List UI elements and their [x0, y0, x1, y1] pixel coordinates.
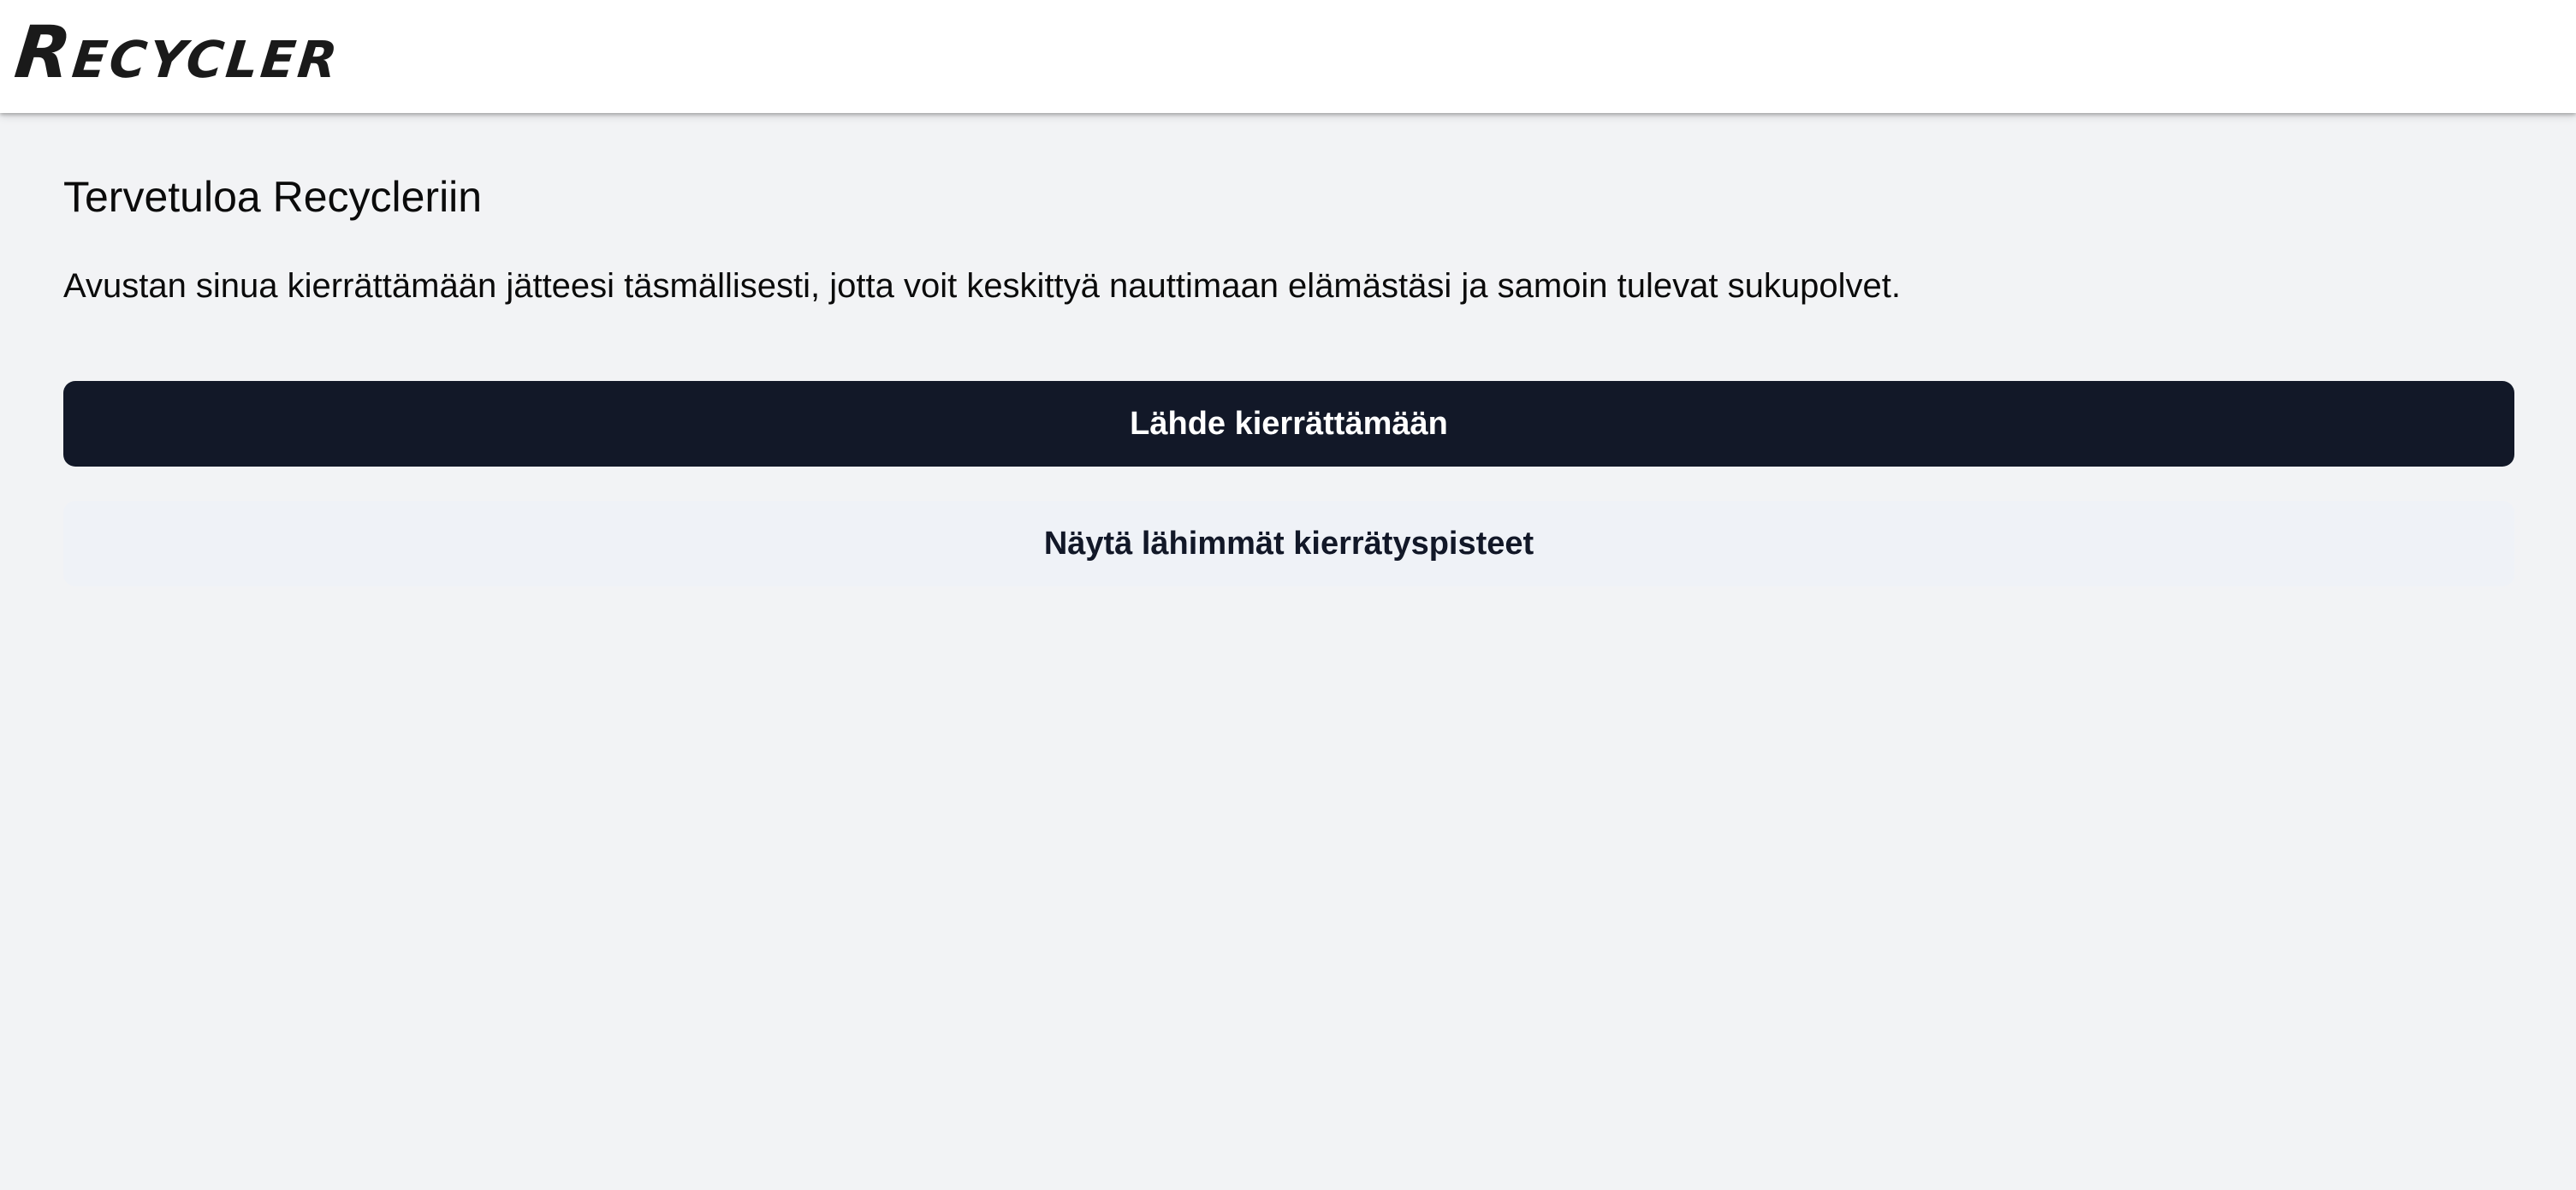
app-header: Recycler	[0, 0, 2576, 113]
intro-text: Avustan sinua kierrättämään jätteesi täs…	[63, 267, 1901, 305]
app-logo[interactable]: Recycler	[11, 10, 345, 94]
nearest-recycling-points-button[interactable]: Näytä lähimmät kierrätyspisteet	[63, 501, 2514, 586]
page-title: Tervetuloa Recycleriin	[63, 173, 483, 221]
start-recycling-button[interactable]: Lähde kierrättämään	[63, 381, 2514, 467]
